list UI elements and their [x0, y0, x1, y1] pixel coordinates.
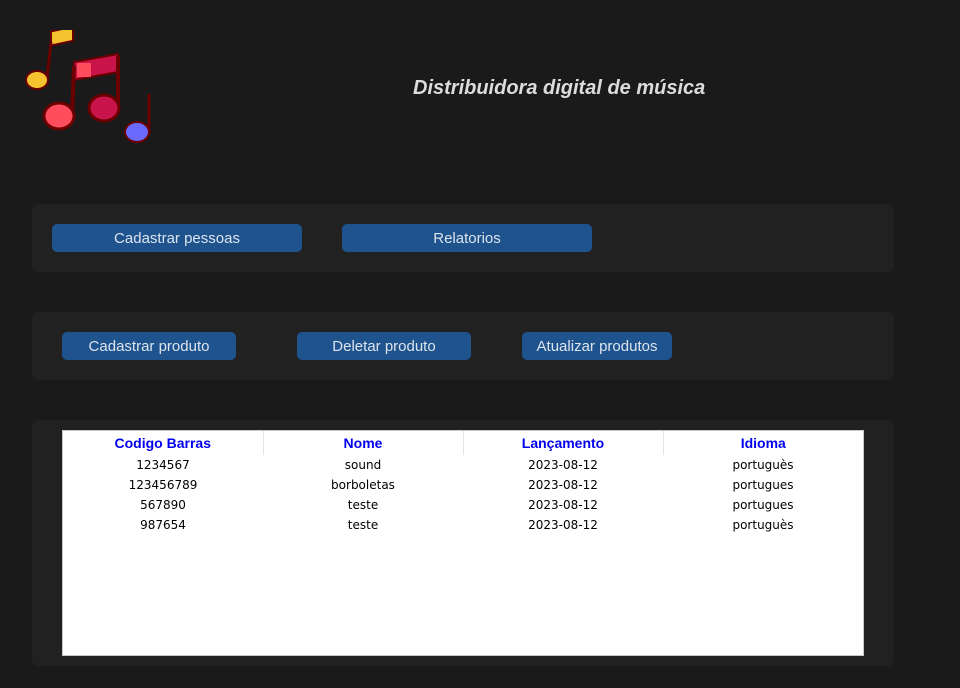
cell-lancamento: 2023-08-12 [528, 478, 598, 492]
cadastrar-pessoas-button[interactable]: Cadastrar pessoas [52, 224, 302, 252]
column-header-lancamento[interactable]: Lançamento [463, 431, 664, 455]
cell-nome: sound [344, 458, 382, 472]
column-header-nome[interactable]: Nome [263, 431, 464, 455]
product-actions-frame: Cadastrar produto Deletar produto Atuali… [32, 312, 894, 380]
cell-nome: borboletas [331, 478, 395, 492]
column-header-idioma[interactable]: Idioma [663, 431, 863, 455]
cell-idioma: portuguès [732, 518, 794, 532]
atualizar-produtos-button[interactable]: Atualizar produtos [522, 332, 672, 360]
cadastrar-produto-button[interactable]: Cadastrar produto [62, 332, 236, 360]
app-title: Distribuidora digital de música [413, 77, 706, 99]
music-notes-icon [25, 30, 151, 143]
cell-idioma: portugues [732, 478, 794, 492]
cell-nome: teste [347, 498, 379, 512]
table-row[interactable]: 987654 teste 2023-08-12 portuguès [63, 515, 863, 535]
products-table[interactable]: Codigo Barras Nome Lançamento Idioma 123… [62, 430, 864, 656]
navigation-frame: Cadastrar pessoas Relatorios [32, 204, 894, 272]
table-row[interactable]: 567890 teste 2023-08-12 portugues [63, 495, 863, 515]
cell-codigo-barras: 123456789 [128, 478, 198, 492]
column-header-codigo-barras[interactable]: Codigo Barras [63, 431, 264, 455]
products-table-frame: Codigo Barras Nome Lançamento Idioma 123… [32, 420, 894, 666]
table-row[interactable]: 123456789 borboletas 2023-08-12 portugue… [63, 475, 863, 495]
cell-codigo-barras: 1234567 [136, 458, 190, 472]
cell-lancamento: 2023-08-12 [528, 498, 598, 512]
cell-codigo-barras: 567890 [140, 498, 186, 512]
deletar-produto-button[interactable]: Deletar produto [297, 332, 471, 360]
cell-lancamento: 2023-08-12 [528, 458, 598, 472]
cell-nome: teste [347, 518, 379, 532]
relatorios-button[interactable]: Relatorios [342, 224, 592, 252]
cell-codigo-barras: 987654 [140, 518, 186, 532]
table-row[interactable]: 1234567 sound 2023-08-12 portuguès [63, 455, 863, 475]
cell-idioma: portugues [732, 498, 794, 512]
table-header-row: Codigo Barras Nome Lançamento Idioma [63, 431, 863, 455]
cell-idioma: portuguès [732, 458, 794, 472]
cell-lancamento: 2023-08-12 [528, 518, 598, 532]
